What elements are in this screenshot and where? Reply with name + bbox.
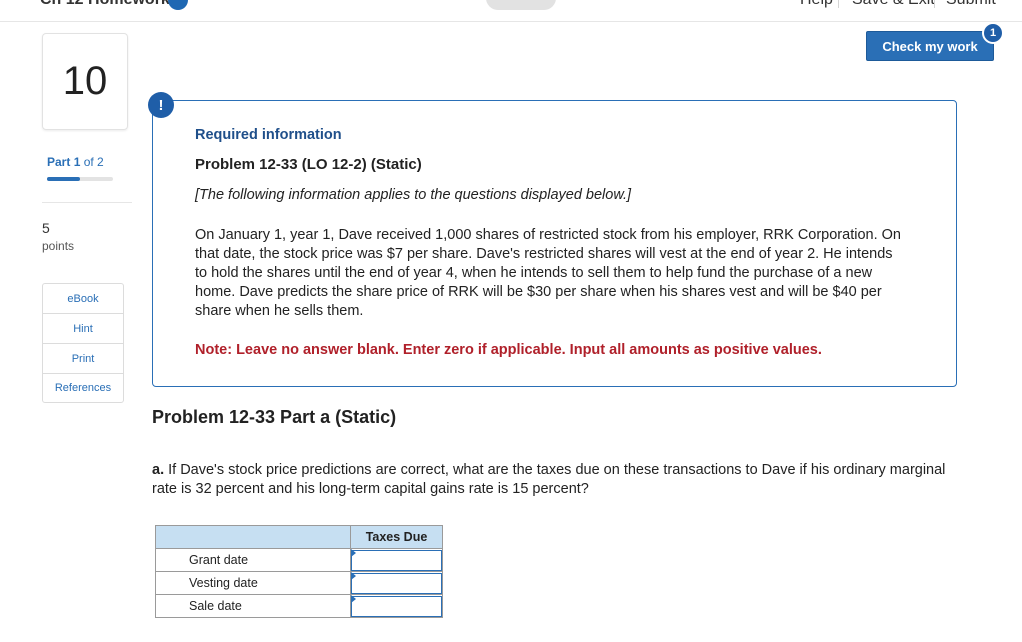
vesting-date-cell [350, 571, 443, 595]
help-link[interactable]: Help [800, 0, 833, 9]
question-number-card[interactable]: 10 [42, 33, 128, 130]
taxes-due-header: Taxes Due [350, 525, 443, 549]
tool-links: eBook Hint Print References [42, 283, 124, 403]
info-icon[interactable] [168, 0, 188, 10]
input-marker-icon [351, 595, 356, 603]
top-bar: Ch 12 Homework Help Save & Exit Submit [0, 0, 1022, 22]
table-header-row: Taxes Due [155, 525, 443, 549]
required-info-title: Required information [195, 127, 342, 143]
grant-date-cell [350, 548, 443, 572]
problem-title: Problem 12-33 (LO 12-2) (Static) [195, 156, 422, 173]
part-a-question: a. If Dave's stock price predictions are… [152, 461, 962, 499]
part-progress-fill [47, 177, 80, 181]
row-label-grant-date: Grant date [155, 548, 351, 572]
table-row: Sale date [155, 594, 443, 618]
problem-description: On January 1, year 1, Dave received 1,00… [195, 227, 901, 319]
table-row: Grant date [155, 548, 443, 572]
assignment-title: Ch 12 Homework [40, 0, 170, 9]
part-progress-bar [47, 177, 113, 181]
check-my-work-button[interactable]: Check my work [866, 31, 994, 61]
sale-date-taxes-input[interactable] [351, 595, 442, 617]
part-a-title: Problem 12-33 Part a (Static) [152, 407, 397, 427]
question-text: If Dave's stock price predictions are co… [152, 462, 946, 497]
submit-link[interactable]: Submit [946, 0, 996, 9]
hint-link[interactable]: Hint [43, 314, 123, 344]
top-center-pill[interactable] [486, 0, 556, 10]
sale-date-cell [350, 594, 443, 618]
sidebar-divider [42, 202, 132, 203]
part-prefix: Part [47, 155, 71, 169]
alert-icon: ! [148, 92, 174, 118]
references-link[interactable]: References [43, 374, 123, 402]
input-marker-icon [351, 549, 356, 557]
row-label-sale-date: Sale date [155, 594, 351, 618]
table-header-blank [155, 525, 351, 549]
grant-date-taxes-input[interactable] [351, 549, 442, 571]
taxes-table: Taxes Due Grant date Vesting date Sale d… [155, 525, 443, 618]
topbar-divider [934, 0, 935, 8]
row-label-vesting-date: Vesting date [155, 571, 351, 595]
points-value: 5 [42, 220, 50, 236]
table-row: Vesting date [155, 571, 443, 595]
topbar-divider [838, 0, 839, 8]
check-count-badge: 1 [982, 22, 1004, 44]
part-current: 1 [73, 155, 81, 169]
points-label: points [42, 239, 75, 253]
warning-note: Note: Leave no answer blank. Enter zero … [195, 342, 822, 358]
save-exit-link[interactable]: Save & Exit [852, 0, 935, 9]
part-indicator: Part 1 of 2 [47, 155, 104, 169]
ebook-link[interactable]: eBook [43, 284, 123, 314]
input-marker-icon [351, 572, 356, 580]
question-prefix: a. [152, 462, 165, 478]
vesting-date-taxes-input[interactable] [351, 572, 442, 594]
print-link[interactable]: Print [43, 344, 123, 374]
applies-note: [The following information applies to th… [195, 187, 632, 203]
part-total: of 2 [83, 155, 104, 169]
